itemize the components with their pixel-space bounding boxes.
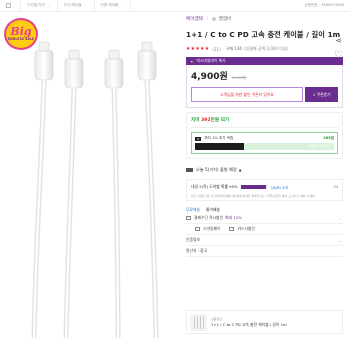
mini-product-thumbnail [190, 313, 207, 331]
coupon-download-button[interactable]: ↓ 쿠폰받기 [305, 87, 338, 102]
smilepay-tag[interactable]: 스마일페이 [195, 226, 220, 232]
chevron-down-icon: ⌄ [337, 237, 341, 243]
payment-tags-row: 스마일페이 카드사할인 [186, 224, 343, 235]
breadcrumb-item-3[interactable]: 전원 케이블 ⌄ [95, 0, 132, 12]
smilepay-icon [195, 227, 200, 231]
certification-row[interactable]: 인증정보 ⌄ [186, 235, 343, 246]
cashback-button[interactable]: ◇ 스마일캐시 적립하기 [195, 143, 334, 150]
shipping-estimate-label: 오늘 5(가치) 출발 예정 [196, 167, 237, 172]
product-code: 상품번호 : 3460913089 [304, 3, 344, 7]
truck-icon [186, 168, 193, 172]
chevron-down-icon: ⌄ [121, 3, 125, 8]
cashback-line: Q 까지 1% 추가 적립 265원 [195, 136, 334, 141]
cashback-title: 지마 392만원 되기 [191, 118, 230, 123]
card-icon [229, 227, 235, 231]
rating-row: ★★★★★ (21) 구매 136 (실결제 금액 3,000 이상) [186, 46, 346, 52]
arrival-probability-row: 내일 5(목) 도착할 확률 99% 5/6(토) 도착 1% [191, 184, 338, 190]
share-icon[interactable]: ⋖ [335, 36, 342, 45]
chevron-up-icon: ▲ [238, 168, 242, 172]
coupon-row: 고객님을 위한 할인 쿠폰이 있어요 ↓ 쿠폰받기 [191, 87, 338, 102]
cable-4 [137, 41, 159, 338]
sale-price: 4,900원 [191, 72, 228, 82]
star-icon: ★ [190, 58, 194, 64]
arrival-probability-label: 내일 5(목) 도착할 확률 99% [191, 184, 238, 189]
coupon-message[interactable]: 고객님을 위한 할인 쿠폰이 있어요 [191, 87, 303, 102]
cable-1 [31, 41, 54, 338]
store-icon [212, 16, 217, 21]
cashback-box: 지마 392만원 되기 Q 까지 1% 추가 적립 265원 ◇ 스마일캐시 적… [186, 112, 343, 159]
cashback-tag: Q [195, 136, 202, 141]
arrival-probability-fill [240, 185, 267, 189]
purchase-count: 구매 136 [225, 46, 242, 51]
price: 4,900원 9,000원 [191, 69, 338, 82]
brand-link[interactable]: 에이엠텍 [186, 16, 203, 22]
heart-icon[interactable]: ♡ [334, 50, 343, 61]
mini-product-caption: 상품정보 [211, 316, 223, 321]
origin-row: 원산지 : 중국 [186, 246, 343, 257]
cable-3 [104, 49, 124, 338]
payment-discount-value: 최대 12% [225, 215, 242, 220]
arrival-probability-bar [240, 185, 267, 189]
promo-label: 빅스마일데이 특가 [196, 58, 226, 63]
mini-product-text: 상품정보 1+1 / C to C PD 고속 충전 케이블 / 길이 1m [211, 317, 287, 328]
review-count[interactable]: (21) [212, 47, 220, 52]
home-crumb[interactable] [0, 0, 21, 12]
arrival-next-day: 5/6(토) 도착 [270, 185, 289, 190]
chevron-down-icon: ⌄ [84, 3, 88, 8]
mini-product-name: 1+1 / C to C PD 고속 충전 케이블 / 길이 1m [211, 321, 287, 327]
cashback-button-label: ◇ 스마일캐시 적립하기 [301, 144, 331, 148]
cashback-bar-fill [195, 143, 244, 150]
arrival-next-pct: 1% [332, 185, 338, 189]
divider [191, 127, 338, 128]
breadcrumb-item-1[interactable]: 디지털/가전 ⌄ [21, 0, 58, 12]
card-icon [186, 216, 191, 220]
cashback-text: 까지 1% 추가 적립 [204, 136, 234, 140]
product-title: 1+1 / C to C PD 고속 충전 케이블 / 길이 1m [186, 30, 341, 39]
arrival-note: 최근 3개월 기준 이 판매자의 배송 데이터를 분석한 결과입니다. (주말/… [191, 194, 315, 198]
price-box: 4,900원 9,000원 고객님을 위한 할인 쿠폰이 있어요 ↓ 쿠폰받기 [186, 65, 343, 108]
breadcrumb-item-2[interactable]: 전기/케이블 ⌄ [58, 0, 95, 12]
origin-label: 원산지 : 중국 [186, 248, 208, 253]
cashback-card: Q 까지 1% 추가 적립 265원 ◇ 스마일캐시 적립하기 [191, 132, 338, 154]
chevron-right-icon: › [339, 215, 341, 221]
store-link[interactable]: 엘앰비 [212, 16, 231, 22]
home-icon [6, 3, 11, 8]
product-info: 에이엠텍 | 엘앰비 1+1 / C to C PD 고속 충전 케이블 / 길… [186, 14, 346, 257]
breadcrumb: 디지털/가전 ⌄ 전기/케이블 ⌄ 전원 케이블 ⌄ 상품번호 : 346091308… [0, 0, 350, 12]
promo-bar: ★ 빅스마일데이 특가 [186, 57, 343, 65]
arrival-probability-card: 내일 5(목) 도착할 확률 99% 5/6(토) 도착 1% 최근 3개월 기… [186, 179, 343, 201]
purchase-note: (실결제 금액 3,000 이상) [243, 46, 289, 51]
original-price: 9,000원 [231, 75, 247, 80]
star-rating: ★★★★★ [186, 46, 210, 52]
certification-label: 인증정보 [186, 237, 200, 242]
cashback-amount: 265원 [323, 136, 334, 140]
shipping-estimate-toggle[interactable]: 오늘 5(가치) 출발 예정 ▲ [186, 167, 343, 173]
cable-2 [63, 49, 84, 338]
card-discount-tag[interactable]: 카드사할인 [229, 226, 255, 232]
selected-product-card[interactable]: 상품정보 1+1 / C to C PD 고속 충전 케이블 / 길이 1m [186, 310, 343, 334]
brand-row: 에이엠텍 | 엘앰비 [186, 14, 346, 23]
product-image[interactable] [0, 14, 178, 338]
payment-discount-row[interactable]: 결제수단 즉시할인 최대 12% › [186, 213, 343, 224]
divider: | [206, 16, 209, 21]
chevron-down-icon: ⌄ [47, 3, 51, 8]
payment-discount-label: 결제수단 즉시할인 [194, 215, 224, 220]
